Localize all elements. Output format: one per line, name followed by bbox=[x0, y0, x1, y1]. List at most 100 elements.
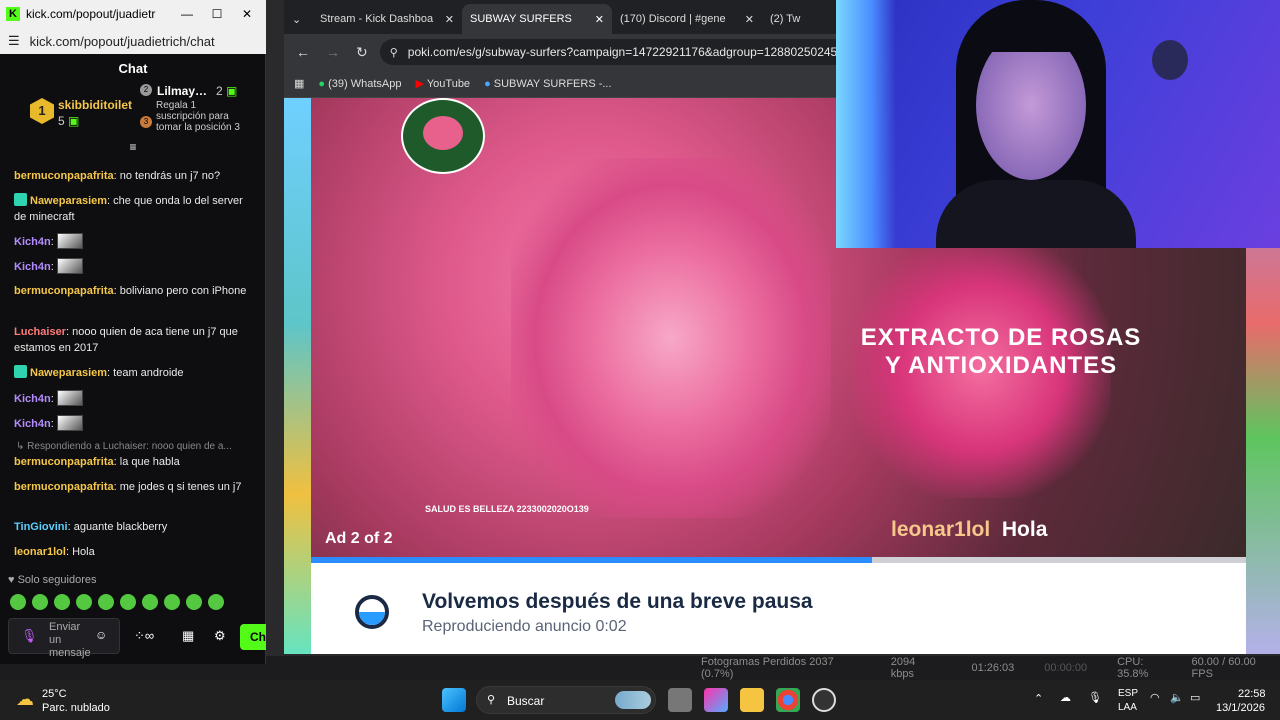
volume-icon[interactable]: 🔈 bbox=[1170, 691, 1184, 704]
task-view-icon[interactable] bbox=[668, 688, 692, 712]
emote-quick-icon[interactable] bbox=[120, 594, 136, 610]
stream-time: 01:26:03 bbox=[971, 662, 1015, 674]
wifi-icon[interactable]: ◠ bbox=[1150, 691, 1160, 704]
chat-username[interactable]: Luchaiser bbox=[14, 326, 66, 338]
start-icon[interactable] bbox=[442, 688, 466, 712]
chat-message: Naweparasiem: team androide bbox=[14, 365, 254, 381]
bookmark-subway[interactable]: ● SUBWAY SURFERS -... bbox=[484, 78, 611, 90]
cam-wall-decor bbox=[1152, 40, 1188, 80]
kick-url-text: kick.com/popout/juadietrich/chat bbox=[29, 33, 215, 49]
tab-close-icon[interactable]: ✕ bbox=[445, 13, 454, 26]
bookmark-whatsapp[interactable]: ● (39) WhatsApp bbox=[318, 78, 401, 90]
browser-tab[interactable]: (2) Tw bbox=[762, 4, 812, 34]
taskbar-search[interactable]: ⚲ Buscar bbox=[476, 686, 656, 714]
chat-text: aguante blackberry bbox=[73, 521, 168, 533]
emote-quick-icon[interactable] bbox=[208, 594, 224, 610]
chat-username[interactable]: leonar1lol bbox=[14, 546, 66, 558]
close-icon[interactable]: ✕ bbox=[238, 7, 256, 21]
emote-quick-icon[interactable] bbox=[76, 594, 92, 610]
chat-username[interactable]: bermuconpapafrita bbox=[14, 481, 114, 493]
background-window-edge bbox=[266, 0, 284, 656]
tab-close-icon[interactable]: ✕ bbox=[595, 13, 604, 26]
chat-text: team androide bbox=[113, 367, 184, 379]
weather-temp[interactable]: 25°C bbox=[42, 688, 67, 700]
chat-message: leonar1lol: Hola bbox=[14, 546, 95, 558]
minimize-icon[interactable]: — bbox=[178, 7, 196, 21]
microphone-icon[interactable]: 🎙 bbox=[21, 628, 38, 644]
bitrate: 2094 kbps bbox=[890, 656, 916, 680]
store-icon[interactable]: ▦ bbox=[182, 628, 194, 644]
copilot-icon[interactable] bbox=[704, 688, 728, 712]
expand-icon[interactable]: ≡ bbox=[126, 140, 140, 154]
chat-username[interactable]: Naweparasiem bbox=[30, 367, 107, 379]
emote-quick-icon[interactable] bbox=[164, 594, 180, 610]
search-icon: ⚲ bbox=[487, 694, 496, 706]
chat-text: Hola bbox=[72, 546, 95, 558]
chat-username[interactable]: bermuconpapafrita bbox=[14, 456, 114, 468]
browser-tab[interactable]: (170) Discord | #gene ✕ bbox=[612, 4, 762, 34]
weather-icon[interactable]: ☁ bbox=[16, 689, 34, 710]
emoji-icon[interactable]: ☺ bbox=[95, 628, 107, 642]
sub-badge-icon bbox=[14, 193, 27, 206]
leader-2-count: 2 ▣ bbox=[216, 84, 238, 98]
battery-icon[interactable]: ▭ bbox=[1190, 691, 1200, 704]
reload-icon[interactable]: ↻ bbox=[356, 44, 368, 61]
rec-time: 00:00:00 bbox=[1044, 662, 1088, 674]
chat-username[interactable]: bermuconpapafrita bbox=[14, 170, 114, 182]
file-explorer-icon[interactable] bbox=[740, 688, 764, 712]
tab-close-icon[interactable]: ✕ bbox=[745, 13, 754, 26]
maximize-icon[interactable]: ☐ bbox=[208, 7, 226, 21]
apps-icon[interactable]: ▦ bbox=[294, 77, 304, 90]
chat-username[interactable]: TinGiovini bbox=[14, 521, 68, 533]
mic-tray-icon[interactable]: 🎙 bbox=[1088, 691, 1102, 704]
weather-desc[interactable]: Parc. nublado bbox=[42, 702, 110, 714]
emote-quick-icon[interactable] bbox=[142, 594, 158, 610]
clock-time[interactable]: 22:58 bbox=[1238, 688, 1266, 700]
chrome-icon[interactable] bbox=[776, 688, 800, 712]
emote-quick-icon[interactable] bbox=[186, 594, 202, 610]
site-settings-icon[interactable]: ☰ bbox=[8, 33, 20, 49]
tab-search-icon[interactable]: ⌄ bbox=[284, 4, 312, 34]
emote-quick-icon[interactable] bbox=[10, 594, 26, 610]
chat-username[interactable]: Kich4n bbox=[14, 393, 51, 405]
chat-username[interactable]: Kich4n bbox=[14, 236, 51, 248]
poki-logo-icon bbox=[355, 595, 389, 629]
chat-username[interactable]: Kich4n bbox=[14, 261, 51, 273]
cloud-icon[interactable]: ☁ bbox=[1060, 691, 1071, 704]
cam-person-shirt bbox=[936, 180, 1136, 248]
leader-1-count: 5 ▣ bbox=[58, 114, 80, 128]
browser-tab[interactable]: SUBWAY SURFERS ✕ bbox=[462, 4, 612, 34]
forward-icon[interactable]: → bbox=[326, 44, 340, 60]
gift-icon: ▣ bbox=[226, 84, 238, 98]
emote-icon bbox=[56, 233, 83, 249]
chat-input[interactable]: 🎙 Enviar un mensaje ☺ bbox=[8, 618, 120, 659]
chat-username[interactable]: bermuconpapafrita bbox=[14, 285, 114, 297]
tray-overflow-icon[interactable]: ⌃ bbox=[1034, 692, 1043, 705]
followers-only-label: ♥ Solo seguidores bbox=[8, 574, 97, 586]
kick-window-title: kick.com/popout/juadietrich/chat - Kick bbox=[26, 7, 156, 21]
chat-send-button[interactable]: Ch bbox=[240, 624, 266, 650]
gear-icon[interactable]: ⚙ bbox=[214, 628, 226, 644]
chat-username[interactable]: Naweparasiem bbox=[30, 195, 107, 207]
address-text: poki.com/es/g/subway-surfers?campaign=14… bbox=[407, 45, 838, 59]
bookmark-youtube[interactable]: ▶ YouTube bbox=[416, 77, 471, 90]
youtube-icon: ▶ bbox=[415, 78, 424, 90]
back-icon[interactable]: ← bbox=[296, 44, 310, 60]
emote-quick-icon[interactable] bbox=[32, 594, 48, 610]
site-info-icon[interactable]: ⚲ bbox=[390, 46, 398, 59]
cam-person-bangs bbox=[976, 22, 1086, 52]
lang-1[interactable]: ESP bbox=[1118, 688, 1138, 699]
browser-tab[interactable]: Stream - Kick Dashboa ✕ bbox=[312, 4, 462, 34]
emote-quick-icon[interactable] bbox=[54, 594, 70, 610]
search-label: Buscar bbox=[507, 694, 545, 708]
infinity-icon[interactable]: ⁘∞ bbox=[134, 628, 154, 644]
cam-person-face bbox=[976, 30, 1086, 180]
lang-2[interactable]: LAA bbox=[1118, 702, 1137, 713]
clock-date[interactable]: 13/1/2026 bbox=[1216, 702, 1265, 714]
emote-quick-icon[interactable] bbox=[98, 594, 114, 610]
obs-icon[interactable] bbox=[812, 688, 836, 712]
chat-message: bermuconpapafrita: boliviano pero con iP… bbox=[14, 285, 247, 297]
kick-address-bar[interactable]: ☰ kick.com/popout/juadietrich/chat bbox=[0, 28, 266, 54]
chat-username[interactable]: Kich4n bbox=[14, 418, 51, 430]
leader-1-name: skibbiditoilet bbox=[58, 98, 133, 112]
